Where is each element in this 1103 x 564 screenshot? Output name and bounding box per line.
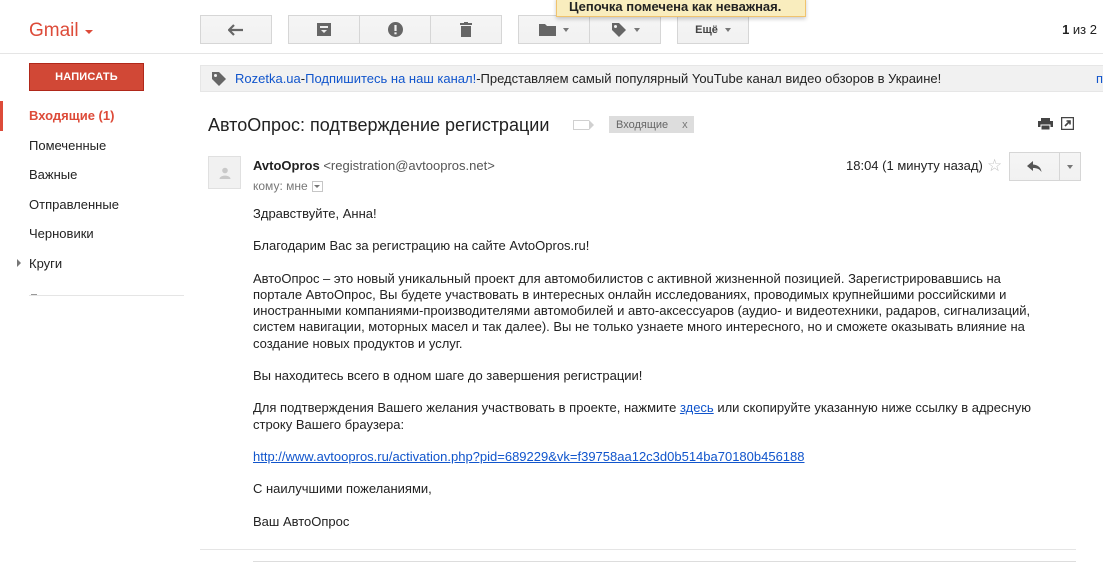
sidebar-item-label: Важные [29,167,78,183]
message-time: 18:04 (1 минуту назад) [846,158,983,173]
reply-button[interactable] [1009,152,1060,181]
ad-text: Представляем самый популярный YouTube ка… [480,71,942,86]
chevron-down-icon [84,30,93,34]
sidebar-item-label: Отправленные [29,196,119,212]
sender-address: <registration@avtoopros.net> [323,158,495,173]
counter-separator: из [1069,22,1090,37]
chevron-down-icon [633,27,640,32]
recipient-line: кому: мне [253,179,323,193]
regards-line: С наилучшими пожеланиями, [253,481,432,497]
sidebar-item-inbox[interactable]: Входящие (1) [0,101,190,131]
folder-icon [539,24,556,36]
delete-button[interactable] [430,15,502,44]
about-paragraph: АвтоОпрос – это новый уникальный проект … [253,270,1031,351]
more-button[interactable]: Ещё [677,15,749,44]
reply-more-button[interactable] [1059,152,1081,181]
thread-counter: 1 из 2 [1062,22,1097,37]
confirm-paragraph: Для подтверждения Вашего желания участво… [253,400,1053,433]
sidebar-item-sent[interactable]: Отправленные [0,190,190,220]
gmail-logo-menu[interactable]: Gmail [29,20,93,42]
step-paragraph: Вы находитесь всего в одном шаге до заве… [253,368,643,384]
signature: Ваш АвтоОпрос [253,513,350,529]
sidebar-divider [29,295,184,296]
sidebar-item-starred[interactable]: Помеченные [0,131,190,161]
sidebar-nav: Входящие (1) Помеченные Важные Отправлен… [0,101,190,278]
back-to-inbox-button[interactable] [200,15,272,44]
sidebar-item-important[interactable]: Важные [0,160,190,190]
ad-bar: Rozetka.ua - Подпишитесь на наш канал! -… [200,65,1103,92]
sender-name[interactable]: AvtoOpros [253,158,320,173]
sidebar-item-label: Помеченные [29,137,107,153]
report-spam-button[interactable] [359,15,431,44]
show-details-button[interactable] [311,180,323,192]
person-icon [219,167,230,179]
notification-banner: Цепочка помечена как неважная. [556,0,806,17]
report-spam-icon [387,22,403,37]
remove-label-button[interactable]: x [682,119,688,131]
label-chip-inbox[interactable]: Входящие x [609,116,694,133]
chevron-down-icon [724,27,731,32]
expand-arrow-icon[interactable] [17,259,21,268]
sidebar-item-label: Входящие (1) [29,108,115,124]
sidebar-item-label: Черновики [29,226,94,242]
recipient-label: кому: мне [253,179,308,193]
sender-info: AvtoOpros <registration@avtoopros.net> [253,158,495,173]
avatar[interactable] [208,156,241,189]
sidebar-hangouts-stub [31,294,37,295]
ad-source-link[interactable]: Rozetka.ua [235,71,301,86]
ad-title-link[interactable]: Подпишитесь на наш канал! [305,71,476,86]
archive-button[interactable] [288,15,360,44]
greeting: Здравствуйте, Анна! [253,206,377,221]
more-label: Ещё [695,23,718,36]
sidebar-item-circles[interactable]: Круги [0,249,190,279]
reply-box-edge[interactable] [253,561,1076,562]
message-body: Здравствуйте, Анна! Благодарим Вас за ре… [253,206,1053,546]
thread-subject: АвтоОпрос: подтверждение регистрации [208,115,550,135]
delete-icon [460,22,472,37]
label-tag-icon [611,22,626,37]
message-divider [200,549,1076,550]
labels-button[interactable] [589,15,661,44]
activation-link[interactable]: http://www.avtoopros.ru/activation.php?p… [253,449,805,464]
confirm-text: Для подтверждения Вашего желания участво… [253,400,680,416]
compose-button[interactable]: НАПИСАТЬ [29,63,144,91]
gmail-logo-text: Gmail [29,20,79,41]
archive-icon [317,23,331,36]
chevron-down-icon [314,184,321,188]
thanks-paragraph: Благодарим Вас за регистрацию на сайте A… [253,238,590,254]
tag-icon [211,71,227,87]
counter-total: 2 [1089,22,1097,37]
move-to-button[interactable] [518,15,590,44]
chevron-down-icon [1067,164,1073,169]
sidebar-item-drafts[interactable]: Черновики [0,219,190,249]
top-toolbar: Gmail Ещё 1 из 2 [0,0,1103,54]
confirm-link[interactable]: здесь [680,400,714,415]
label-chip-text: Входящие [616,118,669,131]
new-window-icon[interactable] [1060,116,1075,133]
importance-marker-icon[interactable] [573,120,594,130]
back-arrow-icon [228,23,243,36]
ad-edge-link[interactable]: п [1096,71,1103,86]
star-icon[interactable]: ☆ [987,156,1002,176]
reply-icon [1027,161,1042,172]
print-icon[interactable] [1038,118,1053,133]
chevron-down-icon [563,27,569,32]
sidebar-item-label: Круги [29,255,63,271]
